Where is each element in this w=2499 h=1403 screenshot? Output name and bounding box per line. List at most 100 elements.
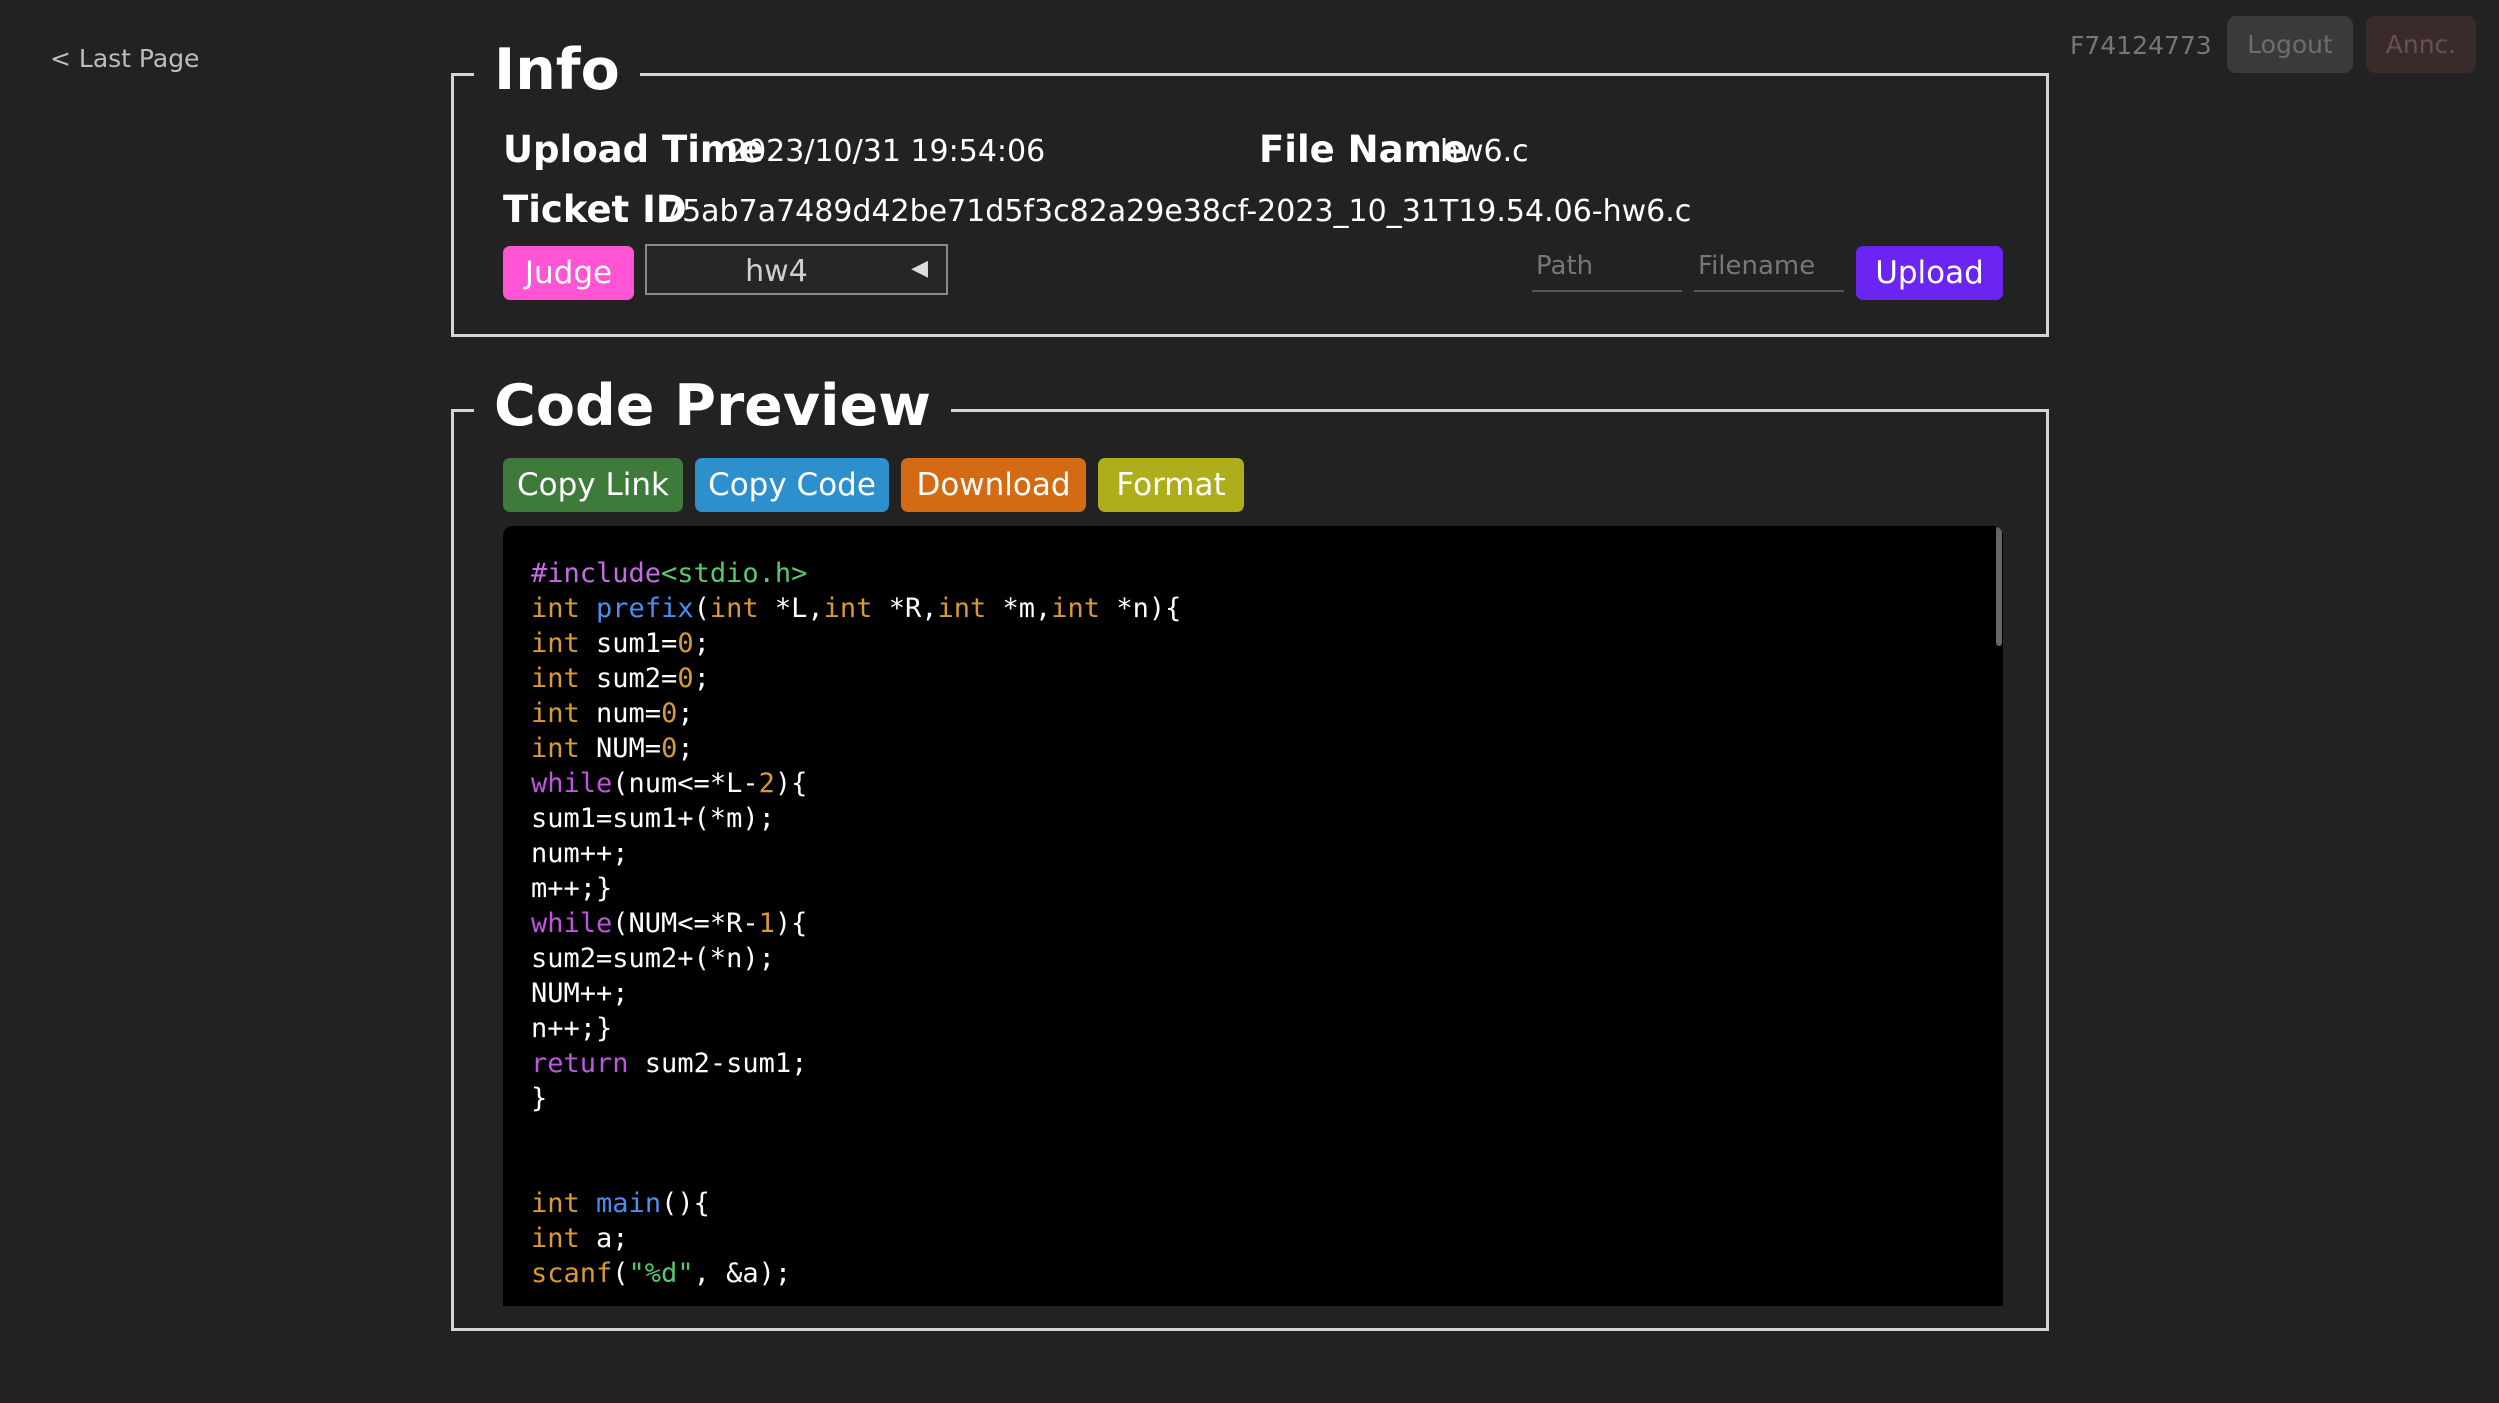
- code-line: sum1=sum1+(*m);: [531, 801, 1181, 836]
- code-line: while(num<=*L-2){: [531, 766, 1181, 801]
- code-token: *n){: [1100, 593, 1182, 624]
- code-token: m++;}: [531, 873, 613, 904]
- code-token: int: [709, 593, 759, 624]
- format-button[interactable]: Format: [1098, 458, 1244, 512]
- code-token: a;: [579, 1223, 629, 1254]
- code-line: int sum1=0;: [531, 626, 1181, 661]
- logout-button[interactable]: Logout: [2227, 16, 2353, 73]
- code-token: , &a);: [693, 1258, 792, 1289]
- code-token: num++;: [531, 838, 629, 869]
- code-token: scanf: [531, 1258, 613, 1289]
- code-line: scanf("%d", &a);: [531, 1256, 1181, 1291]
- judge-button[interactable]: Judge: [503, 246, 634, 300]
- code-line: }: [531, 1081, 1181, 1116]
- ticket-id-label: Ticket ID: [503, 188, 687, 231]
- code-token: 0: [661, 733, 678, 764]
- code-token: (NUM<=*R-: [612, 908, 759, 939]
- upload-time-value: 2023/10/31 19:54:06: [728, 134, 1046, 169]
- code-token: *m,: [986, 593, 1052, 624]
- code-token: sum1=sum1+(*m);: [531, 803, 775, 834]
- code-token: int: [937, 593, 987, 624]
- code-token: (){: [661, 1188, 710, 1219]
- code-line: int sum2=0;: [531, 661, 1181, 696]
- code-token: }: [531, 1083, 548, 1114]
- upload-button[interactable]: Upload: [1856, 246, 2003, 300]
- code-token: num=: [579, 698, 662, 729]
- code-line: int main(){: [531, 1186, 1181, 1221]
- code-scrollbar[interactable]: [1996, 526, 2002, 646]
- code-token: (num<=*L-: [612, 768, 759, 799]
- code-line: n++;}: [531, 1011, 1181, 1046]
- code-token: "%d": [628, 1258, 694, 1289]
- file-name-value: hw6.c: [1440, 134, 1529, 169]
- code-token: 0: [677, 663, 694, 694]
- code-token: int: [531, 733, 580, 764]
- code-token: while: [531, 908, 613, 939]
- homework-select[interactable]: hw4 ◀: [645, 244, 948, 295]
- code-token: *L,: [758, 593, 824, 624]
- code-line: num++;: [531, 836, 1181, 871]
- last-page-link[interactable]: < Last Page: [50, 44, 199, 73]
- code-token: while: [531, 768, 613, 799]
- code-token: (: [612, 1258, 629, 1289]
- copy-link-button[interactable]: Copy Link: [503, 458, 683, 512]
- code-token: ){: [774, 908, 808, 939]
- download-button[interactable]: Download: [901, 458, 1086, 512]
- file-name-label: File Name: [1259, 128, 1468, 171]
- code-token: prefix: [596, 593, 694, 624]
- code-line: return sum2-sum1;: [531, 1046, 1181, 1081]
- code-preview-title: Code Preview: [474, 378, 951, 435]
- code-token: 0: [661, 698, 678, 729]
- code-line: int a;: [531, 1221, 1181, 1256]
- code-token: int: [823, 593, 873, 624]
- code-token: int: [531, 663, 580, 694]
- user-id: F74124773: [2070, 31, 2212, 60]
- code-token: ;: [677, 733, 694, 764]
- upload-time-label: Upload Time: [503, 128, 764, 171]
- code-line: sum2=sum2+(*n);: [531, 941, 1181, 976]
- code-token: sum2=: [579, 663, 678, 694]
- code-token: int: [531, 1188, 580, 1219]
- code-token: n++;}: [531, 1013, 613, 1044]
- path-input[interactable]: [1532, 242, 1682, 292]
- code-token: ;: [677, 698, 694, 729]
- code-editor[interactable]: #include<stdio.h> int prefix(int *L,int *…: [503, 526, 2003, 1306]
- code-token: int: [531, 698, 580, 729]
- code-token: return: [531, 1048, 629, 1079]
- code-token: sum2=sum2+(*n);: [531, 943, 775, 974]
- code-line: int num=0;: [531, 696, 1181, 731]
- code-line: while(NUM<=*R-1){: [531, 906, 1181, 941]
- info-panel: Info Upload Time 2023/10/31 19:54:06 Fil…: [451, 42, 2049, 337]
- code-token: int: [1051, 593, 1101, 624]
- code-token: NUM++;: [531, 978, 629, 1009]
- code-token: 1: [758, 908, 775, 939]
- copy-code-button[interactable]: Copy Code: [695, 458, 889, 512]
- code-token: ){: [774, 768, 808, 799]
- filename-input[interactable]: [1694, 242, 1844, 292]
- announcement-button[interactable]: Annc.: [2366, 16, 2476, 73]
- code-line: m++;}: [531, 871, 1181, 906]
- code-lines: #include<stdio.h> int prefix(int *L,int *…: [531, 556, 1181, 1291]
- ticket-id-value: 75ab7a7489d42be71d5f3c82a29e38cf-2023_10…: [663, 194, 1692, 229]
- code-token: ;: [693, 663, 710, 694]
- code-line: NUM++;: [531, 976, 1181, 1011]
- code-token: <stdio.h>: [661, 558, 808, 589]
- code-token: *R,: [872, 593, 938, 624]
- code-token: 0: [677, 628, 694, 659]
- code-token: (: [693, 593, 710, 624]
- code-token: sum2-sum1;: [628, 1048, 808, 1079]
- code-line: #include<stdio.h>: [531, 556, 1181, 591]
- code-token: int: [531, 593, 580, 624]
- code-token: main: [596, 1188, 662, 1219]
- code-token: sum1=: [579, 628, 678, 659]
- code-token: #include: [531, 558, 662, 589]
- info-title: Info: [474, 42, 640, 99]
- code-token: 2: [758, 768, 775, 799]
- code-preview-panel: Code Preview Copy Link Copy Code Downloa…: [451, 378, 2049, 1331]
- code-line: int NUM=0;: [531, 731, 1181, 766]
- caret-left-icon: ◀: [911, 256, 928, 281]
